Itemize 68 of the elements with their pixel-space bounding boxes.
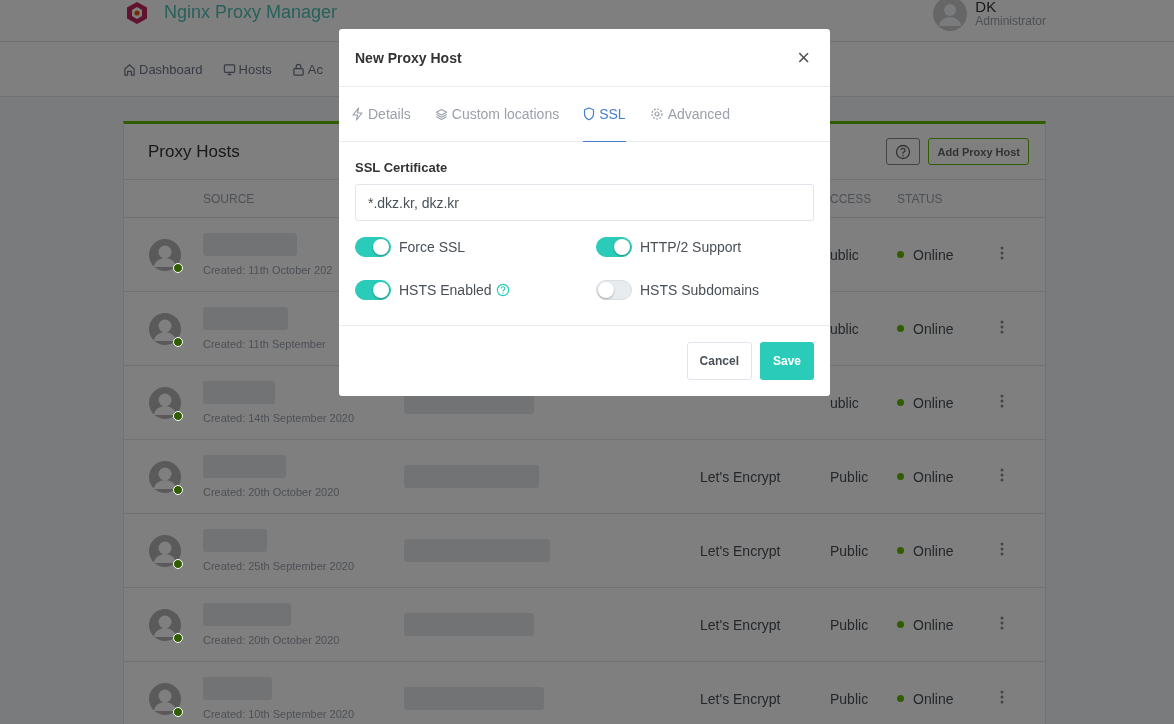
avatar-icon[interactable] <box>933 0 968 31</box>
more-menu-icon[interactable] <box>1000 394 1004 408</box>
more-menu-icon[interactable] <box>1000 246 1004 260</box>
access-value: Public <box>830 690 869 707</box>
access-value: ublic <box>830 320 859 337</box>
ssl-provider: Let's Encrypt <box>700 468 781 485</box>
status-text: Online <box>913 468 954 485</box>
ssl-provider: Let's Encrypt <box>700 542 781 559</box>
access-value: Public <box>830 616 869 633</box>
dialog-title: New Proxy Host <box>355 49 462 66</box>
avatar-icon <box>147 532 183 569</box>
lightning-icon <box>351 107 364 121</box>
toggle-switch[interactable] <box>355 237 391 257</box>
lock-icon <box>291 62 305 76</box>
field-label: SSL Certificate <box>355 160 449 175</box>
card-title: Proxy Hosts <box>148 141 240 162</box>
access-value: ublic <box>830 246 859 263</box>
nav-link[interactable]: Ac <box>291 61 323 77</box>
nav-link[interactable]: Hosts <box>222 61 272 77</box>
close-button[interactable]: × <box>793 44 814 71</box>
monitor-icon <box>222 62 236 76</box>
status-text: Online <box>913 320 954 337</box>
help-icon <box>895 143 912 160</box>
tab[interactable]: Details <box>351 87 411 142</box>
toggle-label: HSTS Subdomains <box>640 282 760 298</box>
status-text: Online <box>913 690 954 707</box>
status-text: Online <box>913 542 954 559</box>
toggle-switch[interactable] <box>355 280 391 300</box>
shield-icon <box>583 107 596 121</box>
access-value: Public <box>830 542 869 559</box>
nav-link[interactable]: Dashboard <box>123 61 203 77</box>
toggle-switch[interactable] <box>596 237 632 257</box>
gear-icon <box>649 107 664 121</box>
ssl-provider: Let's Encrypt <box>700 616 781 633</box>
access-value: ublic <box>830 394 859 411</box>
toggle-label: Force SSL <box>399 239 466 255</box>
save-button[interactable]: Save <box>759 342 814 380</box>
status-text: Online <box>913 394 954 411</box>
layers-icon <box>434 107 448 121</box>
toggle-label: HTTP/2 Support <box>640 239 742 255</box>
certificate-field[interactable]: *.dkz.kr, dkz.kr <box>355 184 814 221</box>
tab[interactable]: Advanced <box>649 87 730 142</box>
user-name: DK <box>975 0 998 14</box>
access-value: Public <box>830 468 869 485</box>
more-menu-icon[interactable] <box>1000 616 1004 630</box>
help-button[interactable] <box>886 138 921 165</box>
avatar-icon <box>147 236 183 273</box>
tab[interactable]: SSL <box>583 87 626 142</box>
avatar-icon <box>147 384 183 421</box>
home-icon <box>123 62 136 76</box>
avatar-icon <box>147 606 183 643</box>
tab[interactable]: Custom locations <box>434 87 560 142</box>
more-menu-icon[interactable] <box>1000 320 1004 334</box>
status-text: Online <box>913 616 954 633</box>
toggle-switch[interactable] <box>596 280 632 300</box>
status-text: Online <box>913 246 954 263</box>
more-menu-icon[interactable] <box>1000 690 1004 704</box>
avatar-icon <box>147 680 183 717</box>
avatar-icon <box>147 310 183 347</box>
app-title[interactable]: Nginx Proxy Manager <box>164 2 338 23</box>
help-icon[interactable] <box>495 283 510 297</box>
cancel-button[interactable]: Cancel <box>686 342 752 380</box>
more-menu-icon[interactable] <box>1000 468 1004 482</box>
ssl-provider: Let's Encrypt <box>700 690 781 707</box>
add-proxy-host-button[interactable]: Add Proxy Host <box>928 138 1029 165</box>
more-menu-icon[interactable] <box>1000 542 1004 556</box>
toggle-label: HSTS Enabled <box>399 282 492 298</box>
avatar-icon <box>147 458 183 495</box>
